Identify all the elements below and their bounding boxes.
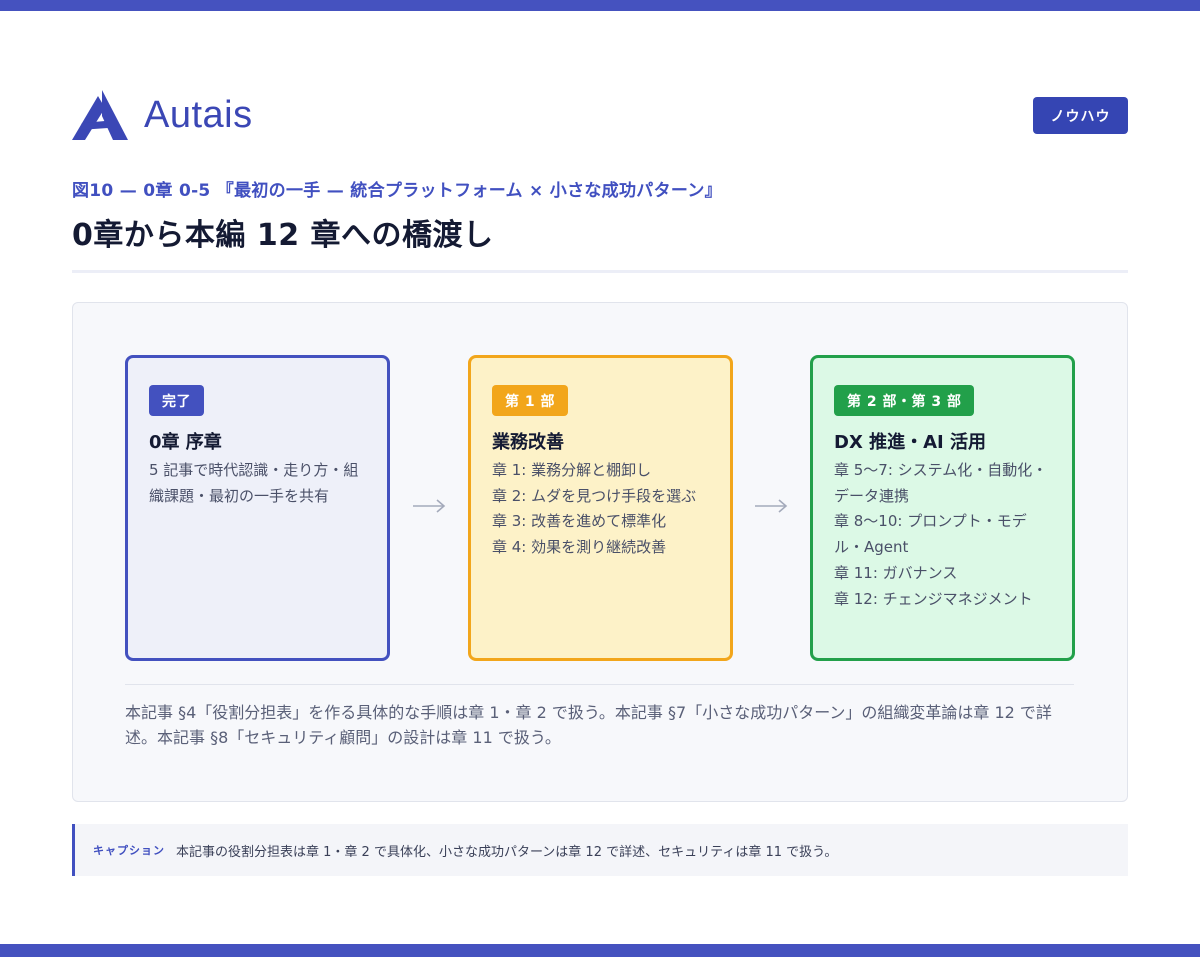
- page-title: 0章から本編 12 章への橋渡し: [72, 218, 494, 253]
- brand-name: Autais: [144, 94, 253, 136]
- card-line: 5 記事で時代認識・走り方・組織課題・最初の一手を共有: [149, 461, 359, 505]
- card-part-tag: 第 1 部: [492, 385, 568, 416]
- card-title: DX 推進・AI 活用: [834, 432, 986, 453]
- card-line: 章 5〜7: システム化・自動化・データ連携: [834, 461, 1048, 505]
- card-line: 章 11: ガバナンス: [834, 563, 958, 582]
- top-accent-bar: [0, 0, 1200, 11]
- card-body: 5 記事で時代認識・走り方・組織課題・最初の一手を共有: [149, 458, 371, 509]
- arrow-right-icon: [413, 499, 446, 513]
- card-line: 章 8〜10: プロンプト・モデル・Agent: [834, 512, 1027, 557]
- card-part-tag: 第 2 部・第 3 部: [834, 385, 975, 416]
- card-line: 章 12: チェンジマネジメント: [834, 589, 1033, 608]
- card-part-2-3: 第 2 部・第 3 部 DX 推進・AI 活用 章 5〜7: システム化・自動化…: [810, 355, 1075, 661]
- autais-logo-icon: [72, 90, 128, 140]
- caption-label: キャプション: [93, 844, 165, 857]
- bottom-accent-bar: [0, 944, 1200, 957]
- card-line: 章 4: 効果を測り継続改善: [492, 538, 667, 557]
- figure-label: 図10 — 0章 0-5 『最初の一手 — 統合プラットフォーム × 小さな成功…: [72, 181, 722, 201]
- card-body: 章 5〜7: システム化・自動化・データ連携 章 8〜10: プロンプト・モデル…: [834, 458, 1056, 612]
- card-chapter-0: 完了 0章 序章 5 記事で時代認識・走り方・組織課題・最初の一手を共有: [125, 355, 390, 661]
- caption-text: 本記事の役割分担表は章 1・章 2 で具体化、小さな成功パターンは章 12 で詳…: [176, 844, 838, 860]
- brand-logo: Autais: [72, 90, 253, 140]
- card-line: 章 1: 業務分解と棚卸し: [492, 461, 652, 479]
- panel-note: 本記事 §4「役割分担表」を作る具体的な手順は章 1・章 2 で扱う。本記事 §…: [125, 703, 1052, 747]
- panel-divider: [125, 684, 1074, 685]
- arrow-right-icon: [755, 499, 788, 513]
- card-body: 章 1: 業務分解と棚卸し 章 2: ムダを見つけ手段を選ぶ 章 3: 改善を進…: [492, 458, 714, 561]
- category-badge: ノウハウ: [1033, 97, 1128, 134]
- card-line: 章 3: 改善を進めて標準化: [492, 512, 667, 531]
- card-line: 章 2: ムダを見つけ手段を選ぶ: [492, 486, 697, 505]
- title-divider: [72, 270, 1128, 273]
- card-title: 業務改善: [492, 432, 564, 453]
- card-title: 0章 序章: [149, 432, 222, 453]
- figure-caption: キャプション 本記事の役割分担表は章 1・章 2 で具体化、小さな成功パターンは…: [72, 824, 1128, 876]
- card-part-1: 第 1 部 業務改善 章 1: 業務分解と棚卸し 章 2: ムダを見つけ手段を選…: [468, 355, 733, 661]
- card-status-tag: 完了: [149, 385, 204, 416]
